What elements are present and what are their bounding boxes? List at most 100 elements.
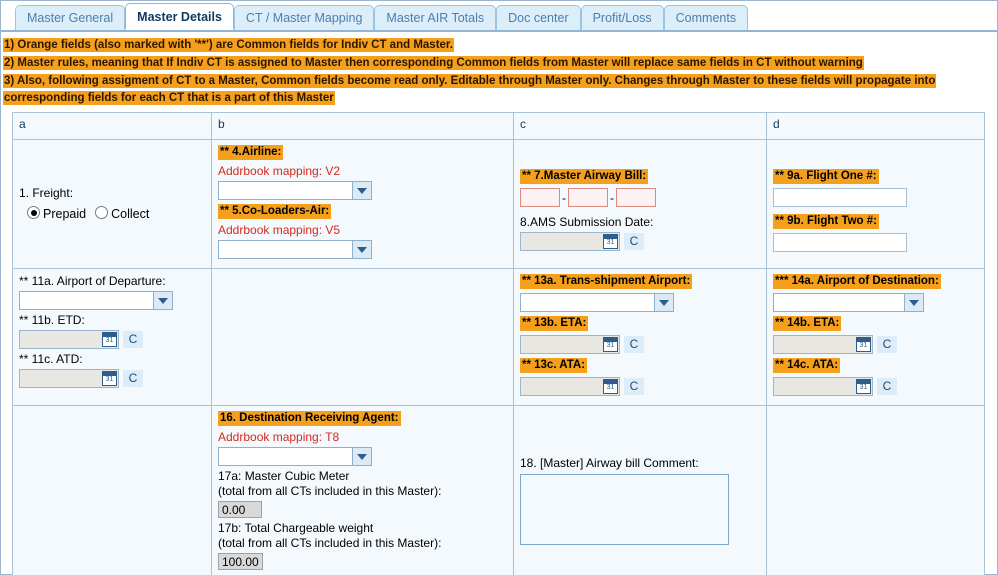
- eta-13b-row: 31 C: [520, 335, 760, 354]
- etd-input[interactable]: 31: [19, 330, 119, 349]
- ams-date-input[interactable]: 31: [520, 232, 620, 251]
- eta-13b-input[interactable]: 31: [520, 335, 620, 354]
- comment-textarea[interactable]: [520, 474, 729, 545]
- calendar-icon[interactable]: 31: [603, 379, 618, 394]
- column-header-c: c: [513, 112, 767, 140]
- eta-14b-label: ** 14b. ETA:: [773, 316, 842, 331]
- cell-c3: 18. [Master] Airway bill Comment:: [513, 405, 767, 575]
- receiving-agent-label-wrap: 16. Destination Receiving Agent:: [218, 410, 507, 428]
- airport-destination-row: [773, 293, 978, 312]
- transshipment-airport-dropdown[interactable]: [520, 293, 674, 312]
- tab-profit-loss[interactable]: Profit/Loss: [580, 5, 664, 30]
- etd-row: 31 C: [19, 330, 205, 349]
- calendar-icon[interactable]: 31: [102, 371, 117, 386]
- eta-14b-row: 31 C: [773, 335, 978, 354]
- airline-label-wrap: ** 4.Airline:: [218, 144, 507, 162]
- ata-14c-clear-button[interactable]: C: [877, 378, 897, 395]
- column-header-d: d: [766, 112, 985, 140]
- tab-master-general[interactable]: Master General: [15, 5, 126, 30]
- freight-radio-collect-label: Collect: [111, 207, 150, 221]
- coloaders-mapping: Addrbook mapping: V5: [218, 223, 341, 237]
- tab-master-details[interactable]: Master Details: [125, 3, 234, 30]
- eta-14b-clear-button[interactable]: C: [877, 336, 897, 353]
- ams-date-label: 8.AMS Submission Date:: [520, 215, 654, 229]
- flight-one-row: [773, 188, 978, 207]
- coloaders-dropdown[interactable]: [218, 240, 372, 259]
- flight-two-input[interactable]: [773, 233, 907, 252]
- eta-14b-input[interactable]: 31: [773, 335, 873, 354]
- mawb-part1-input[interactable]: [520, 188, 560, 207]
- transshipment-row: [520, 293, 760, 312]
- notice-text-3: 3) Also, following assigment of CT to a …: [3, 74, 937, 105]
- ams-date-clear-button[interactable]: C: [624, 233, 644, 250]
- cell-d1: ** 9a. Flight One #: ** 9b. Flight Two #…: [766, 139, 985, 269]
- flight-two-label: ** 9b. Flight Two #:: [773, 214, 880, 229]
- flight-one-label-wrap: ** 9a. Flight One #:: [773, 168, 978, 186]
- ata-14c-label: ** 14c. ATA:: [773, 358, 841, 373]
- ata-14c-input[interactable]: 31: [773, 377, 873, 396]
- airline-dropdown[interactable]: [218, 181, 372, 200]
- chargeable-weight-label-line1: 17b: Total Chargeable weight: [218, 521, 374, 535]
- tab-ct-master-mapping[interactable]: CT / Master Mapping: [233, 5, 375, 30]
- cubic-meter-row: 0.00: [218, 501, 507, 518]
- ata-13c-label: ** 13c. ATA:: [520, 358, 588, 373]
- freight-label: 1. Freight:: [19, 186, 74, 200]
- mawb-label-wrap: ** 7.Master Airway Bill:: [520, 168, 760, 186]
- receiving-agent-dropdown[interactable]: [218, 447, 372, 466]
- airport-departure-dropdown[interactable]: [19, 291, 173, 310]
- cell-c2: ** 13a. Trans-shipment Airport: ** 13b. …: [513, 268, 767, 406]
- cell-b1: ** 4.Airline: Addrbook mapping: V2 ** 5.…: [211, 139, 514, 269]
- atd-clear-button[interactable]: C: [123, 370, 143, 387]
- notice-text-1: 1) Orange fields (also marked with '**')…: [3, 38, 454, 52]
- ata-14c-row: 31 C: [773, 377, 978, 396]
- mawb-part3-input[interactable]: [616, 188, 656, 207]
- flight-one-label: ** 9a. Flight One #:: [773, 169, 879, 184]
- flight-two-label-wrap: ** 9b. Flight Two #:: [773, 213, 978, 231]
- chevron-down-icon: [654, 294, 673, 311]
- chargeable-weight-label-line2: (total from all CTs included in this Mas…: [218, 536, 442, 550]
- cell-a3: [12, 405, 212, 575]
- mawb-separator-2: -: [610, 190, 614, 205]
- tab-master-air-totals[interactable]: Master AIR Totals: [374, 5, 497, 30]
- airport-departure-label: ** 11a. Airport of Departure:: [19, 274, 166, 288]
- airport-destination-dropdown[interactable]: [773, 293, 924, 312]
- coloaders-label-wrap: ** 5.Co-Loaders-Air:: [218, 203, 507, 221]
- cell-b2-empty: [218, 273, 507, 281]
- ata-13c-clear-button[interactable]: C: [624, 378, 644, 395]
- cubic-meter-label-line2: (total from all CTs included in this Mas…: [218, 484, 442, 498]
- coloaders-row: [218, 240, 507, 259]
- cubic-meter-value: 0.00: [218, 501, 262, 518]
- eta-13b-label: ** 13b. ETA:: [520, 316, 589, 331]
- coloaders-label: ** 5.Co-Loaders-Air:: [218, 204, 332, 219]
- mawb-part2-input[interactable]: [568, 188, 608, 207]
- tab-doc-center[interactable]: Doc center: [496, 5, 581, 30]
- ata-13c-input[interactable]: 31: [520, 377, 620, 396]
- cell-a2: ** 11a. Airport of Departure: ** 11b. ET…: [12, 268, 212, 406]
- airport-destination-label: *** 14a. Airport of Destination:: [773, 274, 941, 289]
- airline-row: [218, 181, 507, 200]
- receiving-agent-label: 16. Destination Receiving Agent:: [218, 411, 401, 426]
- freight-radio-prepaid-label: Prepaid: [43, 207, 87, 221]
- freight-radio-collect[interactable]: [95, 206, 109, 219]
- ata-13c-row: 31 C: [520, 377, 760, 396]
- tab-comments[interactable]: Comments: [663, 5, 749, 30]
- calendar-icon[interactable]: 31: [102, 332, 117, 347]
- grid-row-2: ** 11a. Airport of Departure: ** 11b. ET…: [12, 268, 985, 406]
- tab-strip: Master General Master Details CT / Master …: [1, 1, 997, 32]
- calendar-icon[interactable]: 31: [856, 379, 871, 394]
- flight-one-input[interactable]: [773, 188, 907, 207]
- grid-row-1: 1. Freight: Prepaid Collect ** 4.Airline:…: [12, 139, 985, 269]
- calendar-icon[interactable]: 31: [856, 337, 871, 352]
- calendar-icon[interactable]: 31: [603, 337, 618, 352]
- freight-radio-prepaid[interactable]: [27, 206, 40, 219]
- flight-two-row: [773, 233, 978, 252]
- atd-input[interactable]: 31: [19, 369, 119, 388]
- etd-clear-button[interactable]: C: [123, 331, 143, 348]
- transshipment-label-wrap: ** 13a. Trans-shipment Airport:: [520, 273, 760, 291]
- airport-destination-label-wrap: *** 14a. Airport of Destination:: [773, 273, 978, 291]
- cell-b2: [211, 268, 514, 406]
- atd-label: ** 11c. ATD:: [19, 352, 83, 366]
- eta-13b-clear-button[interactable]: C: [624, 336, 644, 353]
- notice-text-2: 2) Master rules, meaning that If Indiv C…: [3, 56, 864, 70]
- calendar-icon[interactable]: 31: [603, 234, 618, 249]
